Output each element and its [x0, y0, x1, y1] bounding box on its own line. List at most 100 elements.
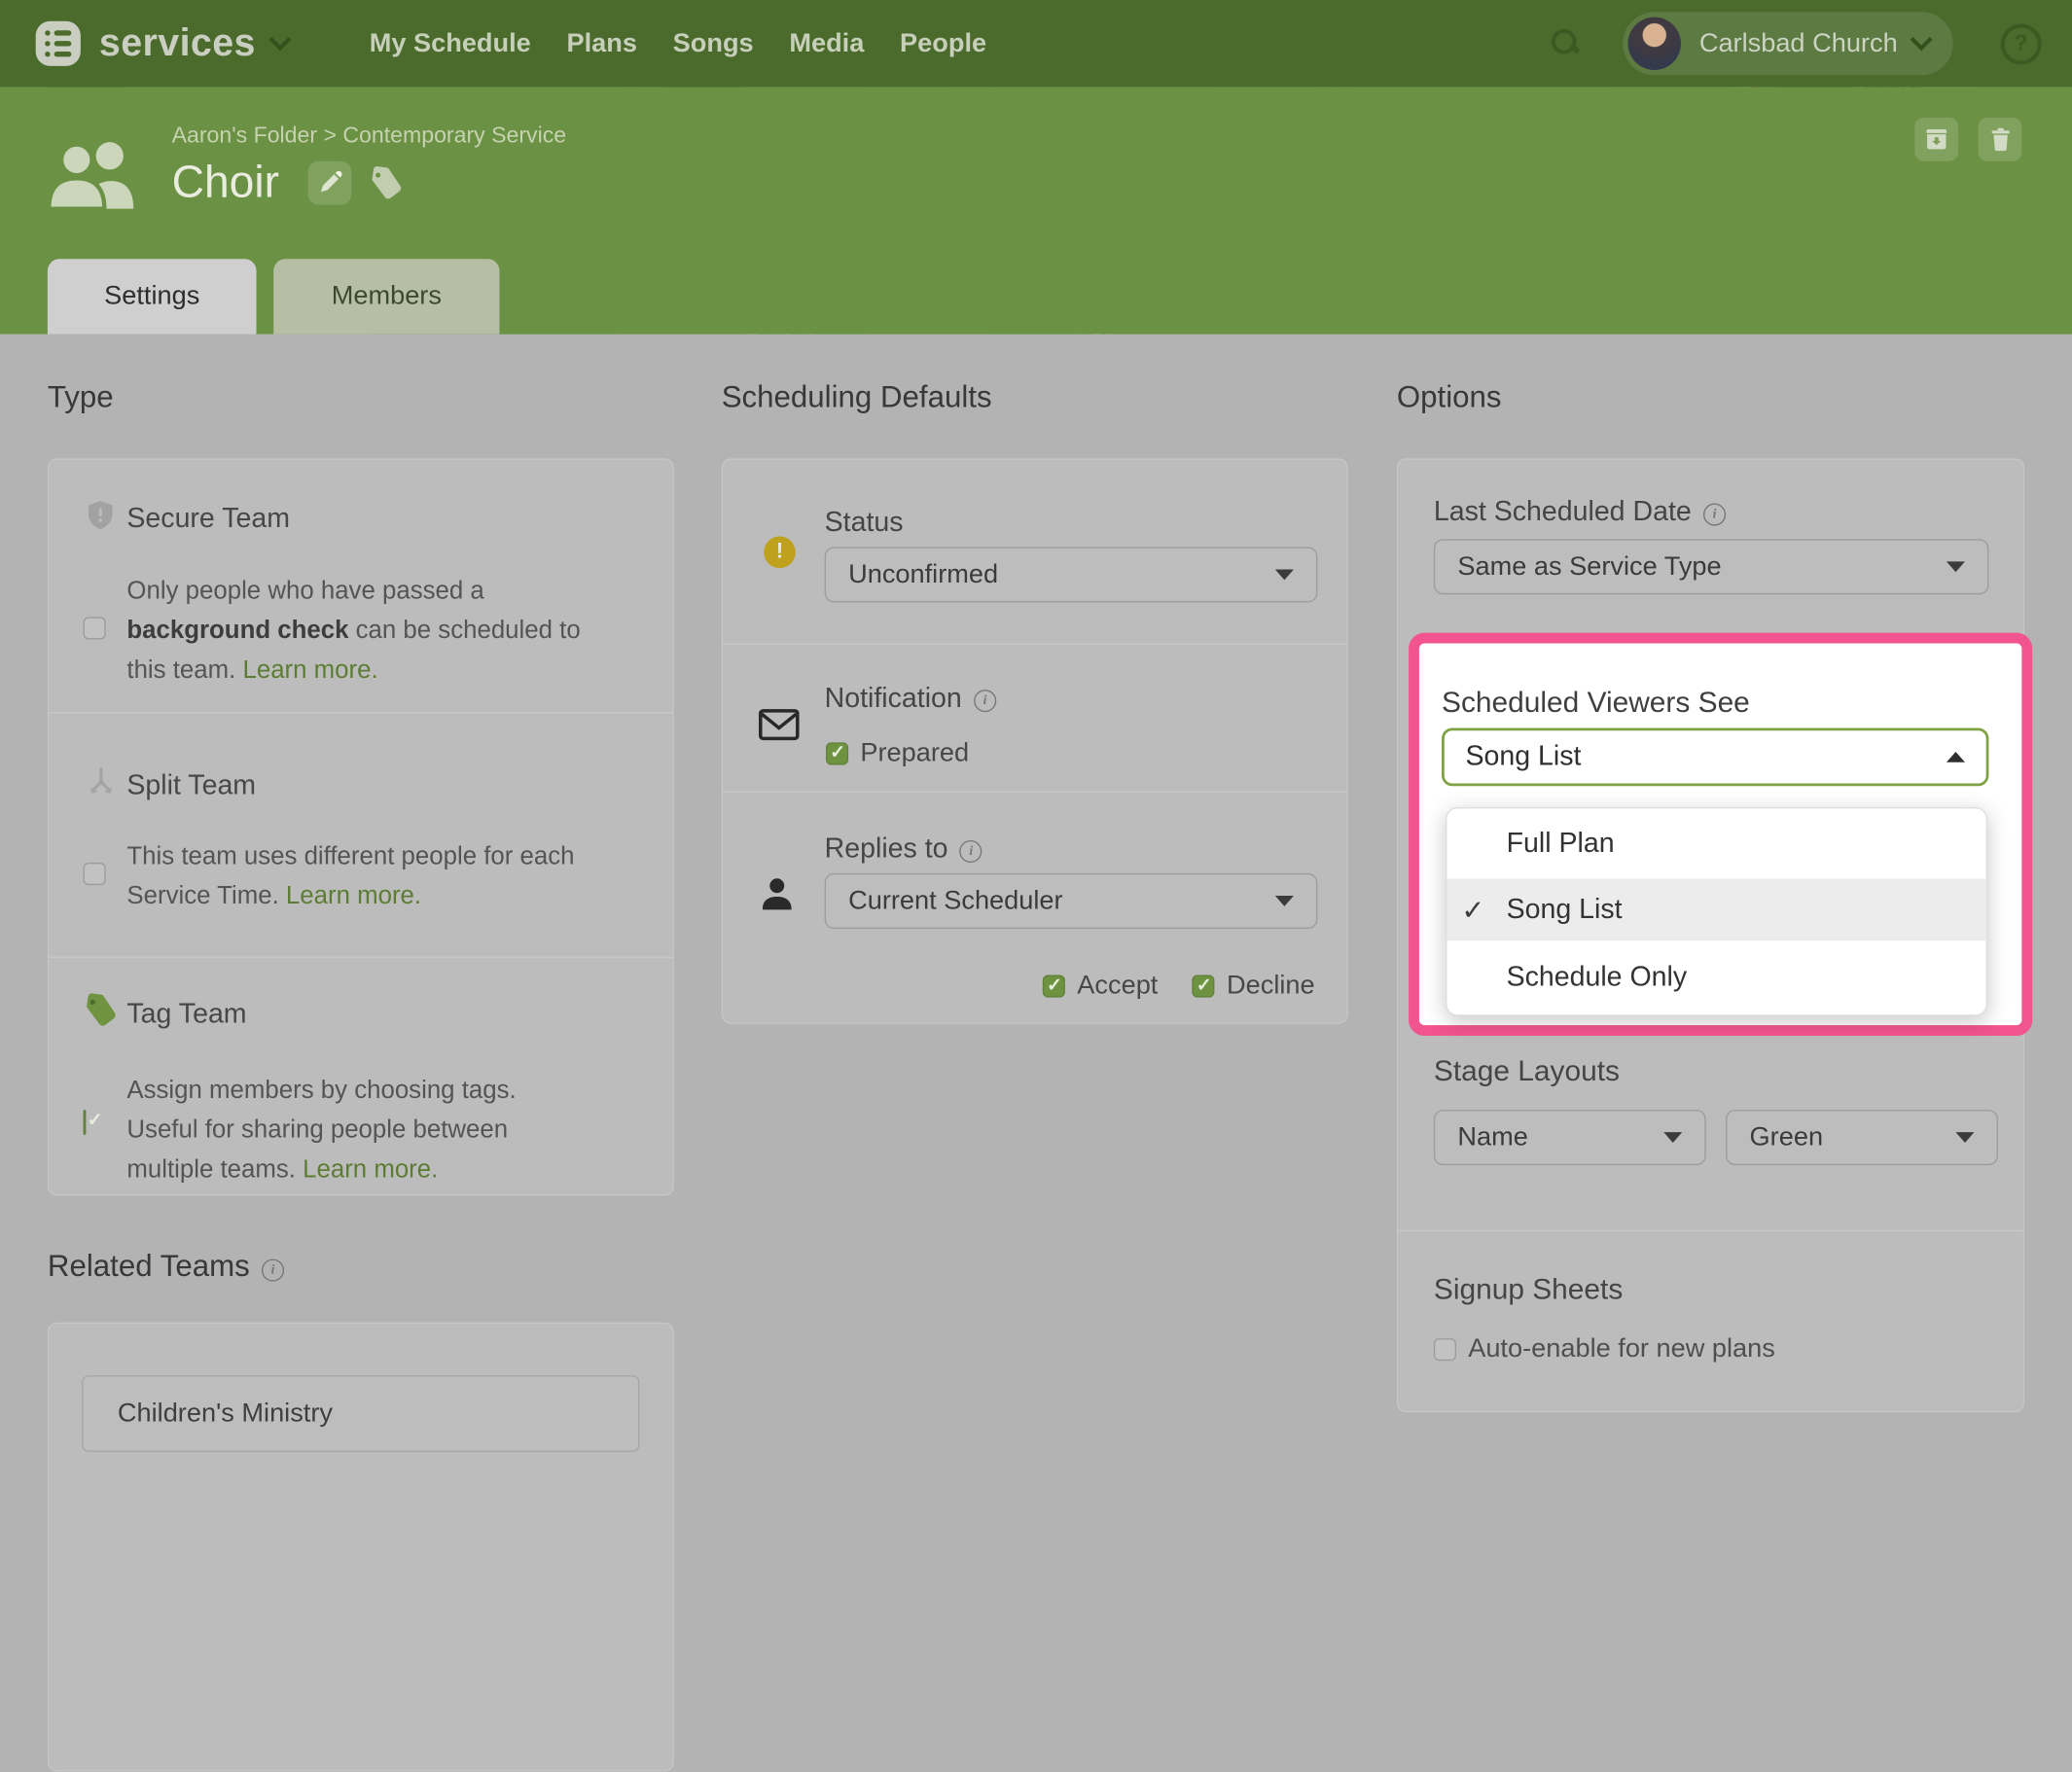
secure-team-row: Secure Team Only people who have passed … — [49, 460, 672, 712]
tag-team-checkbox[interactable] — [84, 1110, 87, 1135]
product-name: services — [99, 21, 256, 65]
stage-layout-name-select[interactable]: Name — [1434, 1110, 1706, 1165]
secure-team-title: Secure Team — [126, 504, 290, 536]
options-heading: Options — [1397, 379, 1502, 415]
status-label: Status — [825, 508, 904, 540]
last-scheduled-date-select[interactable]: Same as Service Type — [1434, 539, 1989, 594]
pencil-icon — [317, 170, 342, 195]
scheduling-defaults-heading: Scheduling Defaults — [722, 379, 992, 415]
signup-sheets-option: Auto-enable for new plans — [1434, 1334, 1775, 1364]
delete-team-button[interactable] — [1979, 118, 2022, 161]
tag-team-title: Tag Team — [126, 999, 246, 1031]
tag-team-description: Assign members by choosing tags. Useful … — [126, 1072, 644, 1190]
replies-to-select[interactable]: Current Scheduler — [825, 873, 1318, 929]
top-navbar: services My Schedule Plans Songs Media P… — [0, 0, 2072, 88]
nav-item-media[interactable]: Media — [789, 28, 864, 58]
menu-option-song-list[interactable]: ✓ Song List — [1447, 880, 1985, 940]
learn-more-link[interactable]: Learn more. — [242, 656, 377, 685]
caret-down-icon — [1947, 561, 1965, 572]
info-icon[interactable] — [974, 690, 996, 712]
caret-down-icon — [1955, 1132, 1974, 1143]
decline-checkbox[interactable] — [1193, 975, 1215, 998]
tag-team-row: Tag Team Assign members by choosing tags… — [49, 956, 672, 1198]
account-name: Carlsbad Church — [1699, 28, 1898, 58]
decline-option: Decline — [1193, 971, 1315, 1001]
caret-up-icon — [1947, 752, 1965, 762]
scheduled-viewers-see-highlight: Scheduled Viewers See Song List Full Pla… — [1409, 633, 2032, 1036]
trash-icon — [1988, 126, 2012, 152]
envelope-icon — [759, 708, 800, 748]
page: services My Schedule Plans Songs Media P… — [0, 0, 2072, 1428]
export-team-button[interactable] — [1914, 118, 1958, 161]
primary-nav: My Schedule Plans Songs Media People — [370, 28, 986, 58]
info-icon[interactable] — [262, 1259, 284, 1282]
split-team-description: This team uses different people for each… — [126, 837, 644, 917]
prepared-option: Prepared — [826, 738, 969, 768]
prepared-checkbox[interactable] — [826, 742, 848, 764]
notification-label: Notification — [825, 683, 996, 715]
learn-more-link[interactable]: Learn more. — [303, 1156, 438, 1185]
nav-item-songs[interactable]: Songs — [673, 28, 754, 58]
split-icon — [86, 766, 116, 803]
services-app-switcher[interactable]: services — [36, 21, 288, 66]
archive-download-icon — [1924, 126, 1949, 152]
split-team-row: Split Team This team uses different peop… — [49, 712, 672, 958]
scheduling-defaults-card: Status Unconfirmed Notification Prepared — [722, 458, 1348, 1023]
reply-options: Accept Decline — [1043, 971, 1315, 1001]
avatar — [1627, 18, 1680, 70]
accept-checkbox[interactable] — [1043, 975, 1065, 998]
tag-icon[interactable] — [368, 165, 404, 201]
nav-item-plans[interactable]: Plans — [566, 28, 636, 58]
tab-members[interactable]: Members — [273, 259, 499, 334]
check-icon: ✓ — [1461, 894, 1506, 927]
account-menu[interactable]: Carlsbad Church — [1623, 12, 1953, 75]
caret-down-icon — [1275, 569, 1294, 580]
split-team-title: Split Team — [126, 770, 256, 802]
search-icon[interactable] — [1552, 29, 1581, 58]
replies-to-label: Replies to — [825, 833, 982, 866]
accept-option: Accept — [1043, 971, 1158, 1001]
person-icon — [763, 877, 792, 917]
breadcrumb[interactable]: Aaron's Folder > Contemporary Service — [172, 123, 567, 149]
settings-content: Type Scheduling Defaults Options Secure … — [0, 335, 2072, 1429]
help-icon[interactable] — [2001, 23, 2042, 64]
stage-layouts-label: Stage Layouts — [1434, 1054, 1620, 1088]
services-logo-icon — [36, 21, 81, 66]
scheduled-viewers-see-select[interactable]: Song List — [1442, 727, 1988, 786]
team-people-icon — [47, 137, 145, 218]
options-card: Last Scheduled Date Same as Service Type… — [1397, 458, 2024, 1412]
signup-sheets-label: Signup Sheets — [1434, 1272, 1623, 1306]
chevron-down-icon — [268, 28, 291, 51]
stage-layout-color-select[interactable]: Green — [1726, 1110, 1998, 1165]
chevron-down-icon — [1911, 28, 1933, 51]
status-unconfirmed-icon — [764, 537, 796, 569]
related-team-item[interactable]: Children's Ministry — [82, 1375, 639, 1452]
tab-settings[interactable]: Settings — [48, 259, 257, 334]
navbar-right: Carlsbad Church — [1552, 12, 2042, 75]
auto-enable-checkbox[interactable] — [1434, 1338, 1456, 1361]
secure-team-checkbox[interactable] — [84, 617, 106, 639]
team-header: Aaron's Folder > Contemporary Service Ch… — [0, 88, 2072, 335]
secure-team-description: Only people who have passed a background… — [126, 572, 644, 691]
tag-team-icon — [82, 992, 118, 1034]
status-select[interactable]: Unconfirmed — [825, 547, 1318, 602]
info-icon[interactable] — [960, 840, 982, 863]
tab-bar: Settings Members — [48, 259, 500, 334]
menu-option-schedule-only[interactable]: Schedule Only — [1447, 940, 1985, 1014]
nav-item-people[interactable]: People — [900, 28, 986, 58]
learn-more-link[interactable]: Learn more. — [286, 882, 421, 910]
related-teams-heading: Related Teams — [48, 1249, 284, 1285]
type-heading: Type — [48, 379, 114, 415]
scheduled-viewers-see-menu: Full Plan ✓ Song List Schedule Only — [1446, 807, 1987, 1016]
info-icon[interactable] — [1703, 504, 1726, 526]
type-card: Secure Team Only people who have passed … — [48, 458, 674, 1195]
split-team-checkbox[interactable] — [84, 863, 106, 885]
caret-down-icon — [1275, 896, 1294, 906]
edit-title-button[interactable] — [308, 161, 352, 205]
last-scheduled-date-label: Last Scheduled Date — [1434, 497, 1726, 529]
shield-icon — [86, 499, 115, 539]
nav-item-my-schedule[interactable]: My Schedule — [370, 28, 531, 58]
related-teams-card: Children's Ministry — [48, 1323, 674, 1772]
menu-option-full-plan[interactable]: Full Plan — [1447, 808, 1985, 879]
page-title: Choir — [172, 158, 279, 209]
